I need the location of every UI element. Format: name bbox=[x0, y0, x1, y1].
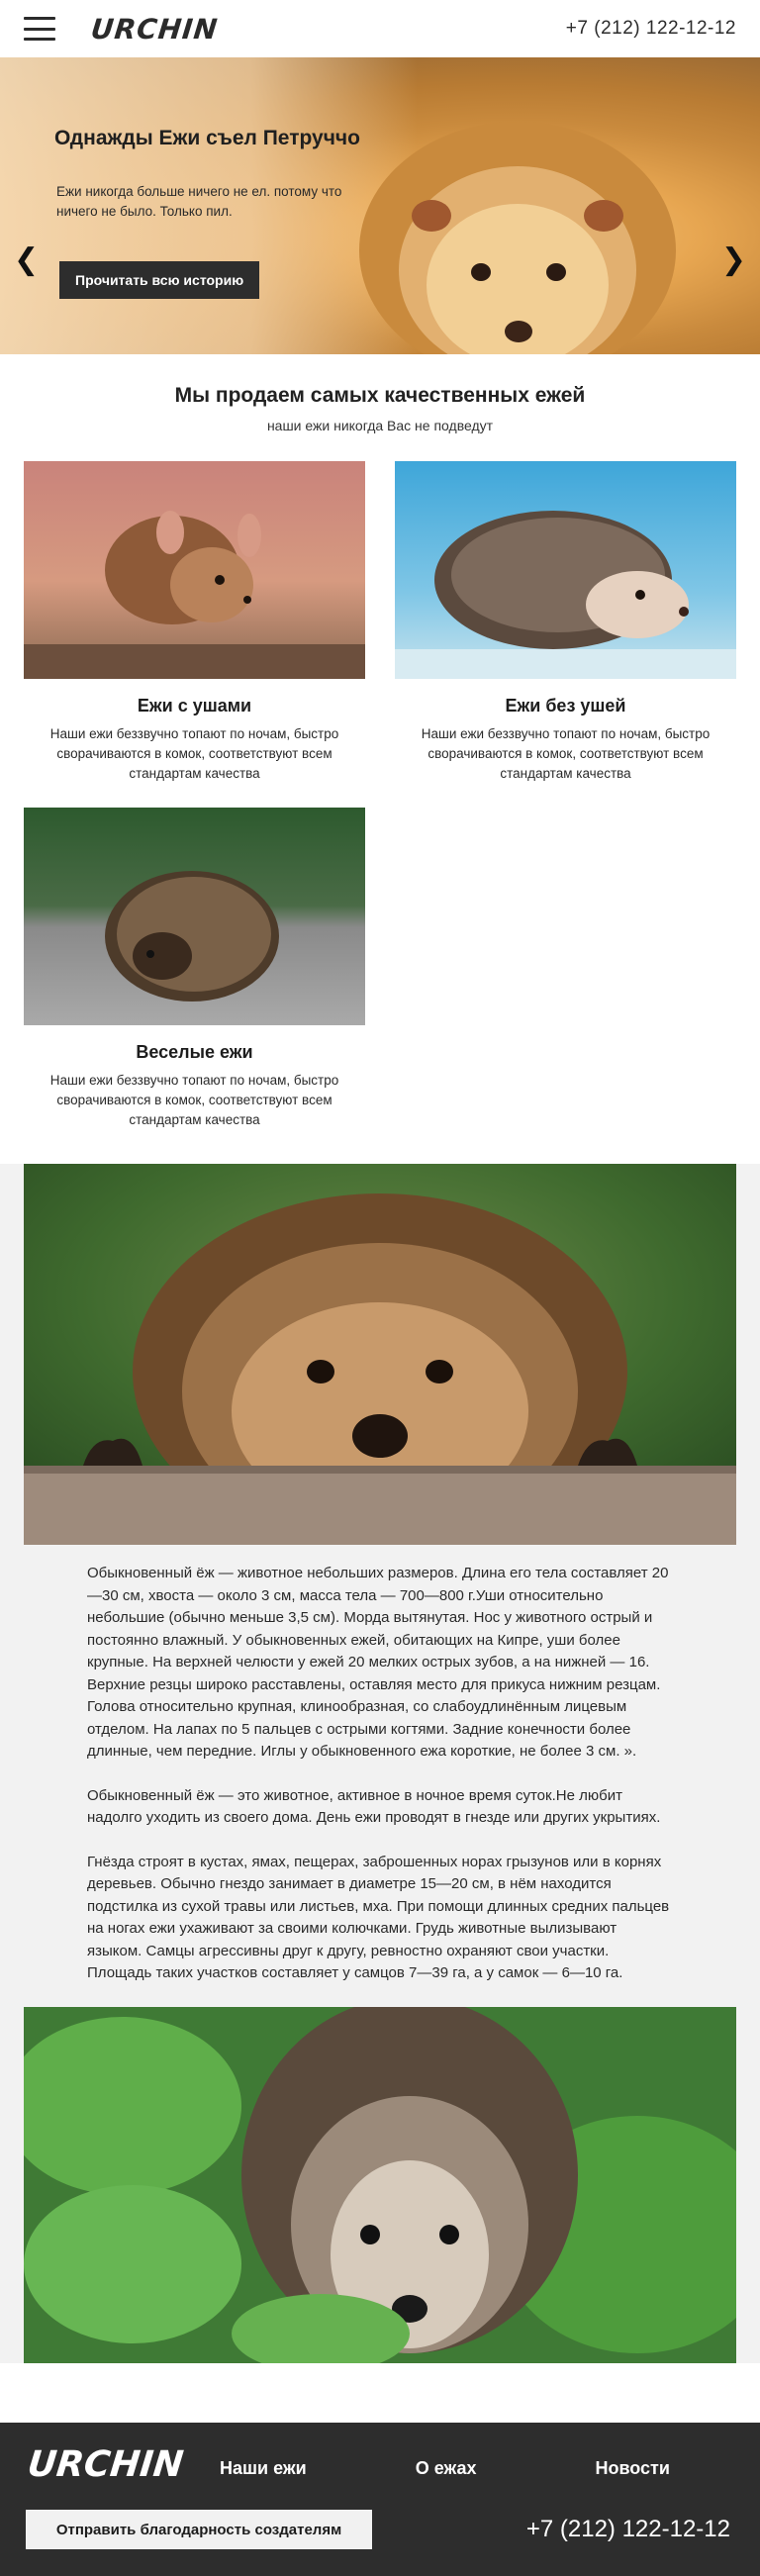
footer-nav: Наши ежи О ежах Новости bbox=[220, 2458, 670, 2479]
article-section: Обыкновенный ёж — животное небольших раз… bbox=[0, 1164, 760, 2363]
product-title: Веселые ежи bbox=[136, 1042, 253, 1062]
thank-creators-button[interactable]: Отправить благодарность создателям bbox=[26, 2510, 372, 2549]
site-logo[interactable]: URCHIN bbox=[89, 13, 220, 46]
page: URCHIN +7 (212) 122-12-12 Однажды Ежи съ… bbox=[0, 0, 760, 2576]
hamburger-menu-icon[interactable] bbox=[24, 17, 55, 41]
article-paragraph: Гнёзда строят в кустах, ямах, пещерах, з… bbox=[87, 1853, 670, 1982]
product-card[interactable]: Ежи без ушей Наши ежи беззвучно топают п… bbox=[395, 461, 736, 784]
footer-nav-our-hedgehogs[interactable]: Наши ежи bbox=[220, 2458, 307, 2479]
site-header: URCHIN +7 (212) 122-12-12 bbox=[0, 0, 760, 57]
product-description: Наши ежи беззвучно топают по ночам, быст… bbox=[49, 1073, 339, 1127]
article-body: Обыкновенный ёж — животное небольших раз… bbox=[0, 1545, 760, 1985]
product-description: Наши ежи беззвучно топают по ночам, быст… bbox=[421, 726, 711, 781]
article-paragraph: Обыкновенный ёж — это животное, активное… bbox=[87, 1786, 661, 1827]
product-card[interactable]: Веселые ежи Наши ежи беззвучно топают по… bbox=[24, 808, 365, 1130]
article-image-hedgehog-on-log bbox=[24, 1164, 736, 1545]
footer-phone[interactable]: +7 (212) 122-12-12 bbox=[526, 2516, 730, 2543]
product-image-earless-hedgehog bbox=[395, 461, 736, 679]
read-story-button[interactable]: Прочитать всю историю bbox=[59, 261, 260, 299]
header-phone[interactable]: +7 (212) 122-12-12 bbox=[566, 18, 736, 40]
hero-title: Однажды Ежи съел Петруччо bbox=[54, 127, 360, 149]
product-image-happy-hedgehog bbox=[24, 808, 365, 1025]
product-image-eared-hedgehog bbox=[24, 461, 365, 679]
product-title: Ежи без ушей bbox=[505, 696, 626, 716]
product-card[interactable]: Ежи с ушами Наши ежи беззвучно топают по… bbox=[24, 461, 365, 784]
product-description: Наши ежи беззвучно топают по ночам, быст… bbox=[49, 726, 339, 781]
chevron-right-icon[interactable]: ❯ bbox=[721, 245, 746, 275]
footer-nav-about[interactable]: О ежах bbox=[416, 2458, 477, 2479]
hero-text: Ежи никогда больше ничего не ел. потому … bbox=[56, 184, 342, 219]
footer-nav-news[interactable]: Новости bbox=[595, 2458, 669, 2479]
article-paragraph: Обыкновенный ёж — животное небольших раз… bbox=[87, 1565, 669, 1760]
hero-hedgehog-image bbox=[359, 122, 676, 354]
products-subtitle: наши ежи никогда Вас не подведут bbox=[266, 418, 494, 433]
article-image-hedgehog-in-leaves bbox=[24, 2006, 736, 2363]
hero-slider: Однажды Ежи съел Петруччо Ежи никогда бо… bbox=[0, 57, 760, 354]
products-section: Мы продаем самых качественных ежей наши … bbox=[0, 384, 760, 1130]
products-grid: Ежи с ушами Наши ежи беззвучно топают по… bbox=[0, 433, 760, 1130]
chevron-left-icon[interactable]: ❮ bbox=[14, 245, 39, 275]
product-title: Ежи с ушами bbox=[137, 696, 252, 716]
products-title: Мы продаем самых качественных ежей bbox=[174, 384, 586, 407]
footer-logo[interactable]: URCHIN bbox=[26, 2444, 185, 2485]
site-footer: URCHIN Наши ежи О ежах Новости Отправить… bbox=[0, 2423, 760, 2576]
